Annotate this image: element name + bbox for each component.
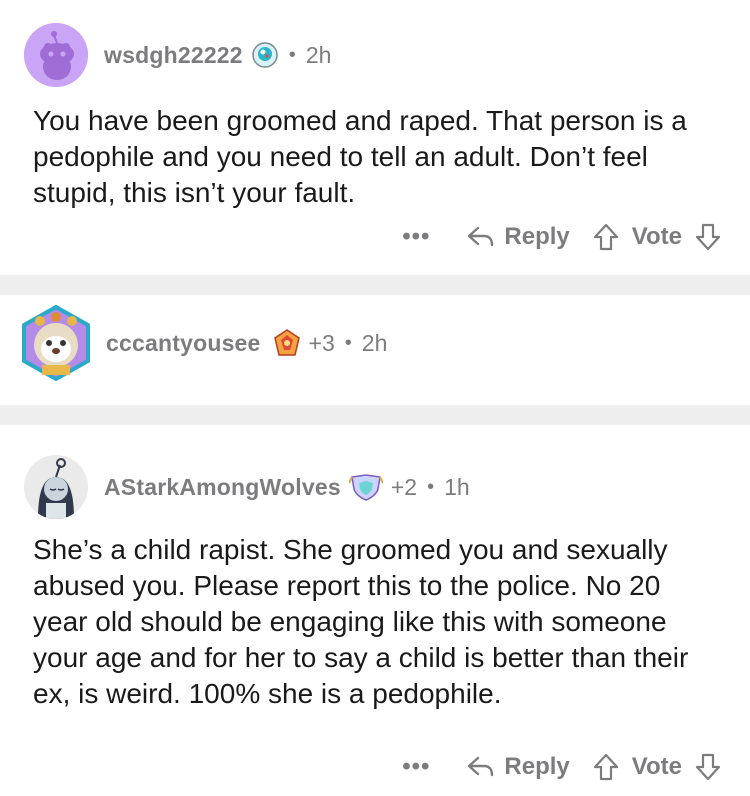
reply-button[interactable]: Reply bbox=[466, 223, 570, 251]
vote-control: Vote bbox=[592, 222, 722, 252]
vote-control: Vote bbox=[592, 752, 722, 782]
username[interactable]: cccantyousee bbox=[106, 330, 261, 357]
thread-divider bbox=[0, 405, 750, 425]
timestamp: 2h bbox=[361, 329, 388, 356]
more-options-button[interactable]: ••• bbox=[402, 753, 430, 781]
more-options-button[interactable]: ••• bbox=[402, 223, 430, 251]
reply-label: Reply bbox=[504, 223, 570, 250]
karma-count: +3 bbox=[308, 329, 335, 356]
reply-button[interactable]: Reply bbox=[466, 753, 570, 781]
comment-header: AStarkAmongWolves +2 • 1h bbox=[24, 455, 470, 519]
shield-badge-icon bbox=[348, 473, 383, 501]
username[interactable]: wsdgh22222 bbox=[104, 42, 243, 69]
reply-arrow-icon bbox=[466, 754, 504, 780]
vote-label: Vote bbox=[631, 753, 682, 780]
fire-gem-badge-icon bbox=[273, 328, 301, 358]
vote-label: Vote bbox=[631, 223, 682, 250]
comment-3: AStarkAmongWolves +2 • 1h She’s a child … bbox=[0, 425, 750, 796]
comment-header: cccantyousee +3 • 2h bbox=[20, 305, 387, 381]
downvote-arrow-icon[interactable] bbox=[694, 752, 722, 782]
upvote-arrow-icon[interactable] bbox=[592, 222, 620, 252]
comment-actions: ••• Reply Vote bbox=[402, 752, 722, 782]
upvote-arrow-icon[interactable] bbox=[592, 752, 620, 782]
comment-1: wsdgh22222 • 2h You have been groomed an… bbox=[0, 0, 750, 275]
avatar[interactable] bbox=[20, 305, 92, 381]
karma-count: +2 bbox=[390, 473, 418, 500]
reply-arrow-icon bbox=[466, 224, 504, 250]
timestamp: 1h bbox=[444, 473, 470, 500]
avatar[interactable] bbox=[24, 23, 88, 87]
comment-header: wsdgh22222 • 2h bbox=[24, 23, 331, 87]
thread-divider bbox=[0, 275, 750, 295]
downvote-arrow-icon[interactable] bbox=[694, 222, 722, 252]
comment-text: She’s a child rapist. She groomed you an… bbox=[33, 534, 689, 709]
comment-2: cccantyousee +3 • 2h bbox=[0, 295, 750, 405]
username[interactable]: AStarkAmongWolves bbox=[104, 474, 341, 501]
reply-label: Reply bbox=[504, 753, 570, 780]
achievement-badge-icon bbox=[251, 41, 279, 69]
avatar[interactable] bbox=[24, 455, 88, 519]
comment-actions: ••• Reply Vote bbox=[402, 222, 722, 252]
meta-separator: • bbox=[344, 331, 352, 354]
comment-text: You have been groomed and raped. That pe… bbox=[33, 105, 687, 208]
meta-separator: • bbox=[427, 475, 435, 498]
timestamp: 2h bbox=[305, 41, 332, 68]
meta-separator: • bbox=[288, 43, 296, 66]
